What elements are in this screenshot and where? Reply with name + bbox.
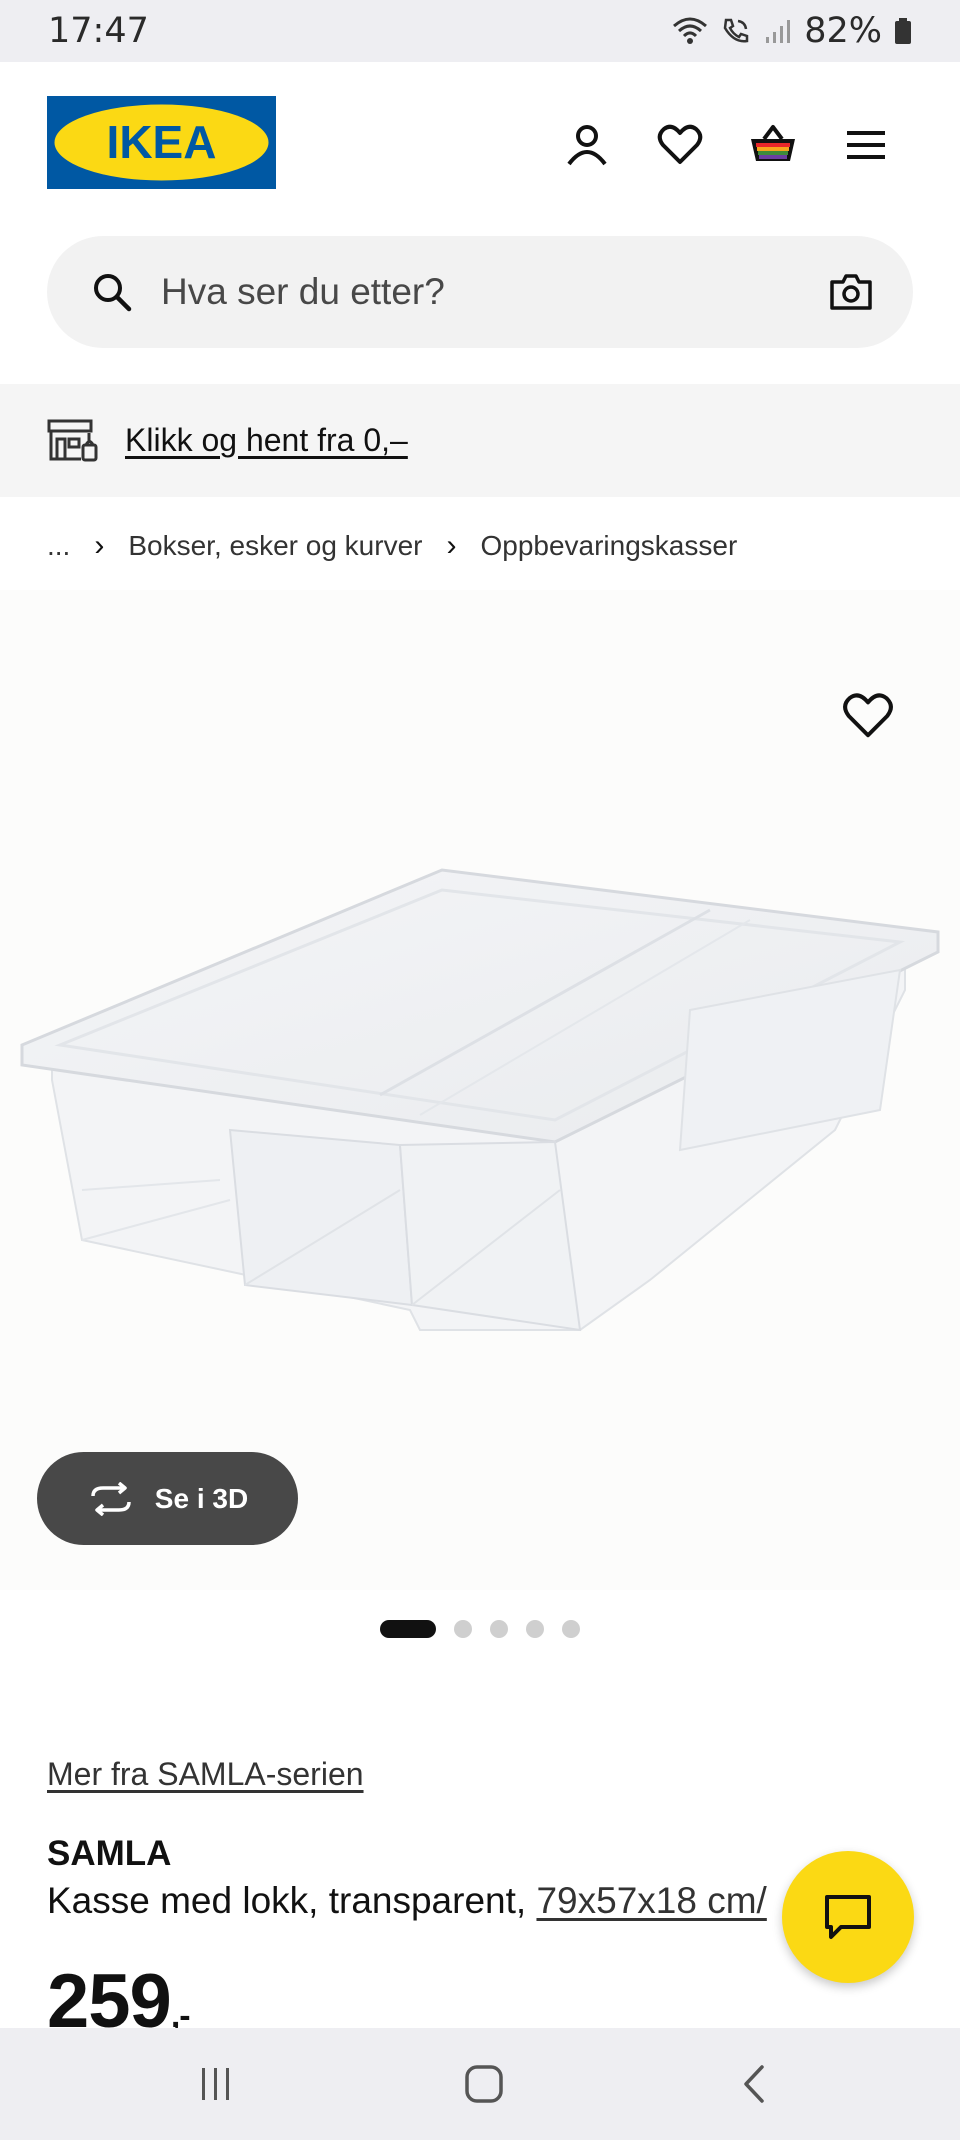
chat-icon xyxy=(825,1895,871,1939)
pagination-dot-active[interactable] xyxy=(380,1620,436,1638)
search-input[interactable] xyxy=(161,271,829,313)
click-and-collect-link[interactable]: Klikk og hent fra 0,– xyxy=(125,422,408,459)
click-and-collect-banner: Klikk og hent fra 0,– xyxy=(0,384,960,497)
store-pickup-icon xyxy=(47,419,98,461)
status-icons: 82% xyxy=(672,11,912,51)
product-name: SAMLA xyxy=(47,1834,172,1873)
battery-icon xyxy=(895,18,911,44)
pagination-dot[interactable] xyxy=(490,1620,508,1638)
account-icon[interactable] xyxy=(559,117,615,173)
breadcrumb: ... › Bokser, esker og kurver › Oppbevar… xyxy=(47,524,737,568)
status-bar: 17:47 82% xyxy=(0,0,960,62)
status-time: 17:47 xyxy=(48,11,149,51)
add-to-favorites-icon[interactable] xyxy=(842,692,894,740)
product-description-text: Kasse med lokk, transparent, xyxy=(47,1880,527,1921)
chevron-right-icon: › xyxy=(446,529,457,562)
breadcrumb-boxes[interactable]: Bokser, esker og kurver xyxy=(128,530,422,562)
search-icon xyxy=(94,274,132,312)
pagination-dot[interactable] xyxy=(562,1620,580,1638)
system-navigation-bar xyxy=(0,2028,960,2140)
chevron-right-icon: › xyxy=(94,529,105,562)
product-size-link[interactable]: 79x57x18 cm/ xyxy=(536,1880,766,1921)
rotate-3d-icon xyxy=(91,1481,131,1516)
shopping-basket-icon[interactable] xyxy=(745,117,801,173)
pagination-dot[interactable] xyxy=(526,1620,544,1638)
call-icon xyxy=(723,18,749,43)
search-bar[interactable] xyxy=(47,236,913,348)
back-icon[interactable] xyxy=(726,2056,782,2112)
product-image xyxy=(20,868,940,1332)
chat-button[interactable] xyxy=(782,1851,914,1983)
camera-search-icon[interactable] xyxy=(829,273,873,311)
product-image-gallery[interactable] xyxy=(0,590,960,1590)
gallery-pagination xyxy=(0,1620,960,1638)
wifi-icon xyxy=(673,17,708,44)
pagination-dot[interactable] xyxy=(454,1620,472,1638)
signal-icon xyxy=(766,20,791,43)
site-header: IKEA xyxy=(0,62,960,222)
logo-text: IKEA xyxy=(107,116,217,168)
view-in-3d-label: Se i 3D xyxy=(154,1482,249,1514)
breadcrumb-ellipsis[interactable]: ... xyxy=(47,530,70,562)
battery-percent: 82% xyxy=(804,11,882,51)
menu-icon[interactable] xyxy=(838,117,894,173)
breadcrumb-storage-boxes[interactable]: Oppbevaringskasser xyxy=(480,530,737,562)
view-in-3d-button[interactable]: Se i 3D xyxy=(37,1452,298,1545)
recent-apps-icon[interactable] xyxy=(188,2056,244,2112)
ikea-logo[interactable]: IKEA xyxy=(47,96,276,189)
series-link[interactable]: Mer fra SAMLA-serien xyxy=(47,1756,364,1793)
favorites-heart-icon[interactable] xyxy=(652,117,708,173)
product-description: Kasse med lokk, transparent, 79x57x18 cm… xyxy=(47,1880,767,1922)
home-icon[interactable] xyxy=(456,2056,512,2112)
